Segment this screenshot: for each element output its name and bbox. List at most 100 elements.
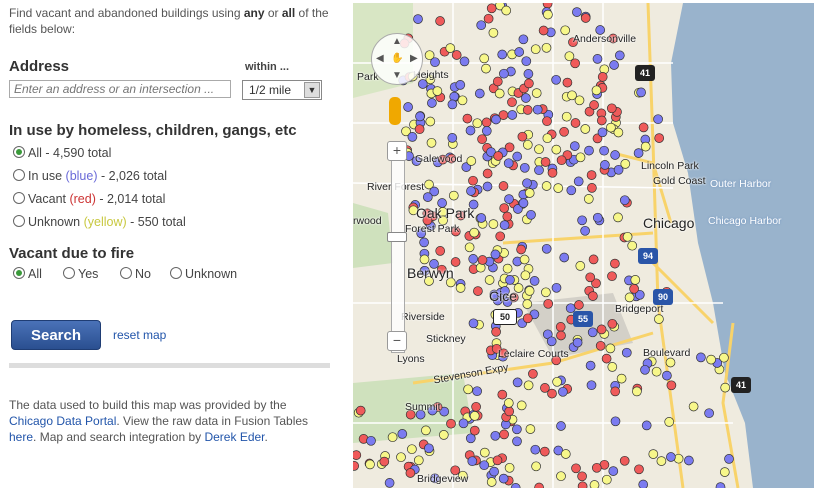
building-marker[interactable] <box>468 318 479 329</box>
building-marker[interactable] <box>540 157 551 167</box>
building-marker[interactable] <box>493 151 504 161</box>
building-marker[interactable] <box>517 131 528 142</box>
building-marker[interactable] <box>504 194 514 204</box>
building-marker[interactable] <box>532 104 543 115</box>
building-marker[interactable] <box>451 50 462 60</box>
building-marker[interactable] <box>570 58 580 69</box>
building-marker[interactable] <box>534 144 544 155</box>
building-marker[interactable] <box>448 190 459 201</box>
building-marker[interactable] <box>629 283 639 294</box>
building-marker[interactable] <box>592 212 603 223</box>
building-marker[interactable] <box>521 56 532 67</box>
building-marker[interactable] <box>464 242 475 253</box>
building-marker[interactable] <box>665 357 676 368</box>
fire-option-yes[interactable]: Yes <box>63 267 98 281</box>
reset-map-link[interactable]: reset map <box>113 328 166 342</box>
building-marker[interactable] <box>522 299 533 309</box>
building-marker[interactable] <box>413 455 424 466</box>
building-marker[interactable] <box>529 276 540 286</box>
building-marker[interactable] <box>519 162 530 173</box>
fire-option-unknown[interactable]: Unknown <box>170 267 237 281</box>
map[interactable]: Park Heights Galewood River Forest Oak P… <box>353 3 814 488</box>
building-marker[interactable] <box>585 272 596 283</box>
building-marker[interactable] <box>505 275 515 285</box>
building-marker[interactable] <box>488 219 499 229</box>
building-marker[interactable] <box>586 170 597 180</box>
in-use-option-unknown[interactable]: Unknown (yellow) - 550 total <box>13 215 186 229</box>
building-marker[interactable] <box>512 436 522 447</box>
zoom-out-button[interactable]: − <box>387 331 407 351</box>
building-marker[interactable] <box>524 286 535 296</box>
building-marker[interactable] <box>476 20 487 31</box>
building-marker[interactable] <box>622 231 633 242</box>
building-marker[interactable] <box>445 43 456 53</box>
building-marker[interactable] <box>592 54 603 64</box>
building-marker[interactable] <box>455 283 466 293</box>
building-marker[interactable] <box>575 261 586 271</box>
building-marker[interactable] <box>589 100 599 110</box>
building-marker[interactable] <box>648 449 659 459</box>
building-marker[interactable] <box>580 124 591 134</box>
building-marker[interactable] <box>486 3 497 14</box>
radio-selected-icon[interactable] <box>13 267 25 279</box>
radio-icon[interactable] <box>63 267 75 279</box>
building-marker[interactable] <box>379 456 390 467</box>
building-marker[interactable] <box>610 386 621 397</box>
building-marker[interactable] <box>606 122 616 133</box>
building-marker[interactable] <box>556 421 566 431</box>
building-marker[interactable] <box>479 447 490 458</box>
building-marker[interactable] <box>585 360 596 371</box>
building-marker[interactable] <box>522 313 533 324</box>
building-marker[interactable] <box>482 168 493 179</box>
building-marker[interactable] <box>407 132 418 142</box>
building-marker[interactable] <box>601 474 612 485</box>
building-marker[interactable] <box>573 176 584 187</box>
building-marker[interactable] <box>486 477 497 487</box>
fire-option-no[interactable]: No <box>120 267 151 281</box>
building-marker[interactable] <box>482 181 493 192</box>
building-marker[interactable] <box>654 314 664 324</box>
building-marker[interactable] <box>572 337 583 348</box>
building-marker[interactable] <box>466 186 476 196</box>
building-marker[interactable] <box>630 275 641 285</box>
building-marker[interactable] <box>415 111 425 122</box>
building-marker[interactable] <box>469 425 480 436</box>
building-marker[interactable] <box>541 243 552 254</box>
building-marker[interactable] <box>512 151 523 162</box>
building-marker[interactable] <box>455 80 466 90</box>
building-marker[interactable] <box>724 454 734 464</box>
fire-option-all[interactable]: All <box>13 267 42 281</box>
building-marker[interactable] <box>610 258 620 269</box>
building-marker[interactable] <box>577 481 588 488</box>
building-marker[interactable] <box>597 72 608 82</box>
building-marker[interactable] <box>384 478 395 488</box>
building-marker[interactable] <box>596 115 607 126</box>
building-marker[interactable] <box>523 69 534 79</box>
building-marker[interactable] <box>624 292 635 303</box>
building-marker[interactable] <box>432 86 443 96</box>
building-marker[interactable] <box>430 57 440 68</box>
building-marker[interactable] <box>422 192 433 202</box>
building-marker[interactable] <box>457 95 468 106</box>
building-marker[interactable] <box>609 60 619 70</box>
building-marker[interactable] <box>516 244 526 255</box>
building-marker[interactable] <box>489 466 499 477</box>
building-marker[interactable] <box>555 322 566 332</box>
building-marker[interactable] <box>396 452 406 463</box>
building-marker[interactable] <box>654 133 665 143</box>
building-marker[interactable] <box>447 133 458 143</box>
derek-eder-link[interactable]: Derek Eder <box>204 430 264 444</box>
building-marker[interactable] <box>641 420 652 431</box>
building-marker[interactable] <box>656 456 667 466</box>
building-marker[interactable] <box>720 382 731 393</box>
building-marker[interactable] <box>591 462 602 473</box>
radio-icon[interactable] <box>13 169 25 181</box>
building-marker[interactable] <box>569 141 580 151</box>
building-marker[interactable] <box>551 144 562 155</box>
building-marker[interactable] <box>525 424 536 434</box>
building-marker[interactable] <box>414 124 425 135</box>
building-marker[interactable] <box>574 300 584 310</box>
building-marker[interactable] <box>572 7 582 17</box>
pan-left-icon[interactable]: ◀ <box>376 53 384 64</box>
building-marker[interactable] <box>495 231 506 242</box>
